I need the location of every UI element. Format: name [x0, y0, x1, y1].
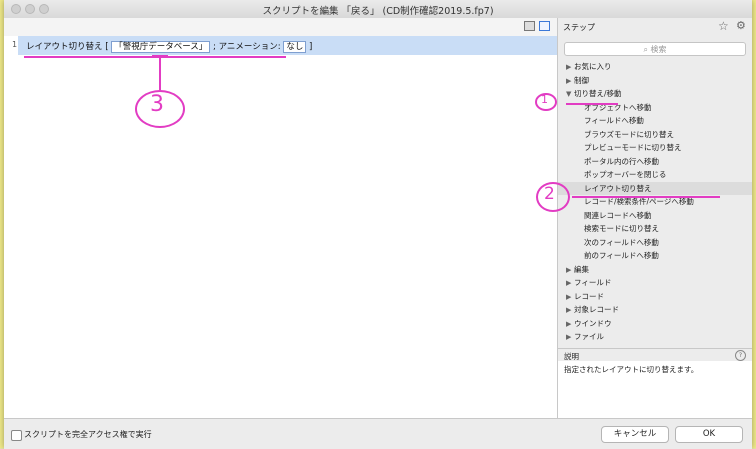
category-label: フィールド — [574, 278, 612, 287]
step-item[interactable]: 検索モードに切り替え — [558, 222, 752, 235]
gear-icon[interactable]: ⚙ — [736, 19, 746, 32]
script-editor-pane[interactable]: 1 レイアウト切り替え [ 「警視庁データベース」 ; アニメーション: なし … — [4, 18, 558, 418]
category-row[interactable]: ▶ 制御 — [558, 74, 752, 87]
step-label: レイアウト切り替え — [584, 183, 652, 193]
steps-title: ステップ — [563, 23, 595, 32]
triangle-down-icon[interactable]: ▼ — [566, 88, 574, 101]
annotation-underline-step-list — [572, 196, 720, 198]
title-bar[interactable]: スクリプトを編集 「戻る」 (CD制作確認2019.5.fp7) — [4, 0, 752, 19]
category-label: 対象レコード — [574, 305, 619, 314]
category-row[interactable]: ▶ お気に入り — [558, 60, 752, 73]
step-label: プレビューモードに切り替え — [584, 143, 682, 152]
dialog-footer: スクリプトを完全アクセス権で実行 キャンセル OK — [4, 418, 752, 449]
step-separator: ; アニメーション: — [213, 42, 281, 52]
step-item[interactable]: フィールドへ移動 — [558, 114, 752, 127]
description-header: 説明 ? — [558, 348, 752, 361]
full-access-checkbox[interactable] — [11, 430, 22, 441]
animation-parameter[interactable]: なし — [283, 41, 307, 53]
step-label: 前のフィールドへ移動 — [584, 251, 659, 260]
annotation-underline-category — [566, 103, 618, 105]
triangle-right-icon[interactable]: ▶ — [566, 331, 574, 344]
category-label: 切り替え/移動 — [574, 89, 622, 98]
step-item[interactable]: 関連レコードへ移動 — [558, 209, 752, 222]
category-row[interactable]: ▶ 対象レコード — [558, 303, 752, 316]
category-label: お気に入り — [574, 62, 612, 71]
triangle-right-icon[interactable]: ▶ — [566, 304, 574, 317]
step-item[interactable]: レイアウト切り替え — [558, 181, 752, 195]
layout-parameter[interactable]: 「警視庁データベース」 — [111, 41, 211, 53]
steps-header: ステップ ☆ ⚙ — [558, 18, 752, 36]
cancel-button[interactable]: キャンセル — [601, 426, 669, 443]
help-icon[interactable]: ? — [735, 350, 746, 361]
editor-toolbar — [4, 18, 557, 36]
show-sidebar-icon[interactable] — [539, 21, 550, 31]
category-label: レコード — [574, 291, 604, 301]
annotation-arrow-shaft — [159, 57, 161, 90]
annotation-arrow-head — [152, 55, 168, 57]
category-row[interactable]: ▶ ウインドウ — [558, 317, 752, 330]
category-row[interactable]: ▶ レコード — [558, 290, 752, 303]
panel-layout-icon[interactable] — [524, 21, 535, 31]
search-input[interactable]: ⌕ 検索 — [564, 42, 746, 56]
step-label: ポータル内の行へ移動 — [584, 156, 659, 166]
step-item[interactable]: ポップオーバーを閉じる — [558, 168, 752, 181]
script-editor-window: スクリプトを編集 「戻る」 (CD制作確認2019.5.fp7) 1 レイアウト… — [4, 0, 752, 449]
ok-button[interactable]: OK — [675, 426, 743, 443]
step-label: 関連レコードへ移動 — [584, 210, 652, 220]
description-text: 指定されたレイアウトに切り替えます。 — [564, 365, 699, 374]
script-step-text[interactable]: レイアウト切り替え [ 「警視庁データベース」 ; アニメーション: なし ] — [26, 40, 313, 53]
category-label: ウインドウ — [574, 318, 612, 328]
triangle-right-icon[interactable]: ▶ — [566, 264, 574, 277]
step-item[interactable]: ブラウズモードに切り替え — [558, 128, 752, 141]
full-access-label[interactable]: スクリプトを完全アクセス権で実行 — [24, 429, 152, 440]
window-title: スクリプトを編集 「戻る」 (CD制作確認2019.5.fp7) — [262, 6, 494, 17]
step-label: ポップオーバーを閉じる — [584, 170, 667, 179]
triangle-right-icon[interactable]: ▶ — [566, 318, 574, 331]
triangle-right-icon[interactable]: ▶ — [566, 277, 574, 290]
search-icon: ⌕ — [643, 45, 648, 54]
step-item[interactable]: 前のフィールドへ移動 — [558, 249, 752, 262]
step-label: フィールドへ移動 — [584, 116, 644, 125]
annotation-three: 3 — [150, 92, 164, 117]
triangle-right-icon[interactable]: ▶ — [566, 75, 574, 88]
triangle-right-icon[interactable]: ▶ — [566, 61, 574, 74]
step-name: レイアウト切り替え [ — [26, 42, 109, 52]
category-label: 編集 — [574, 264, 589, 274]
step-label: 検索モードに切り替え — [584, 224, 659, 233]
step-item[interactable]: 次のフィールドへ移動 — [558, 236, 752, 249]
category-row[interactable]: ▶ フィールド — [558, 276, 752, 289]
step-label: 次のフィールドへ移動 — [584, 237, 659, 247]
step-item[interactable]: プレビューモードに切り替え — [558, 141, 752, 154]
step-label: レコード/検索条件/ページへ移動 — [584, 197, 694, 206]
step-item[interactable]: ポータル内の行へ移動 — [558, 155, 752, 168]
category-label: 制御 — [574, 75, 589, 85]
triangle-right-icon[interactable]: ▶ — [566, 291, 574, 304]
category-row[interactable]: ▼ 切り替え/移動 — [558, 87, 752, 100]
star-icon[interactable]: ☆ — [718, 19, 729, 33]
search-placeholder: 検索 — [650, 45, 667, 54]
steps-sidebar: ステップ ☆ ⚙ ⌕ 検索 ▶ お気に入り ▶ 制御 ▼ 切り替え/移動 オブジェクトへ移動… — [558, 18, 752, 418]
category-row[interactable]: ▶ 編集 — [558, 263, 752, 276]
step-label: ブラウズモードに切り替え — [584, 129, 674, 139]
category-label: ファイル — [574, 332, 604, 341]
annotation-one: 1 — [541, 93, 548, 106]
category-row[interactable]: ▶ ファイル — [558, 330, 752, 343]
annotation-two: 2 — [544, 184, 555, 204]
description-box: 指定されたレイアウトに切り替えます。 — [558, 361, 752, 418]
step-close-bracket: ] — [309, 42, 313, 52]
line-number: 1 — [12, 40, 18, 49]
